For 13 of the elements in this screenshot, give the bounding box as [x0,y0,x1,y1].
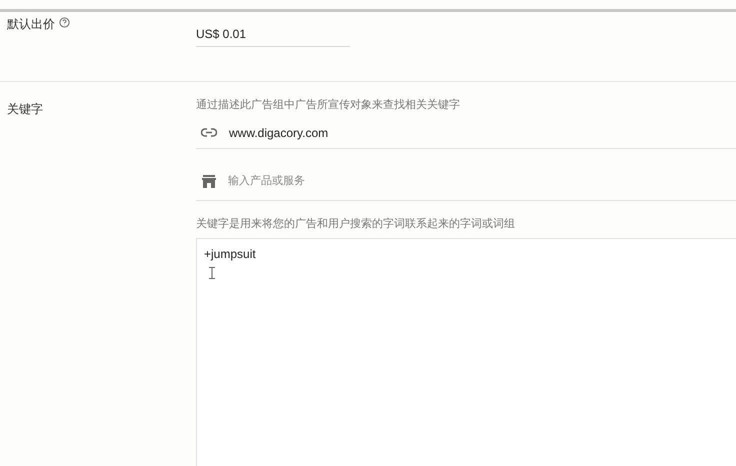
field-label: 默认出价 [7,16,55,33]
keyword-text-area[interactable]: +jumpsuit [196,238,736,466]
text-cursor-icon [209,267,215,279]
hint-text: 通过描述此广告组中广告所宣传对象来查找相关关键字 [196,98,461,113]
keyword-entry: +jumpsuit [204,246,257,263]
bid-field[interactable]: US$ 0.01 [196,22,350,46]
field-label: 关键字 [7,102,43,116]
website-url: www.digacory.com [229,124,328,142]
link-icon [201,128,217,137]
help-icon[interactable] [59,17,70,28]
product-input-field[interactable]: 输入产品或服务 [228,172,736,190]
help-text: 关键字是用来将您的广告和用户搜索的字词联系起来的字词或词组 [196,216,516,232]
store-icon [202,174,216,188]
